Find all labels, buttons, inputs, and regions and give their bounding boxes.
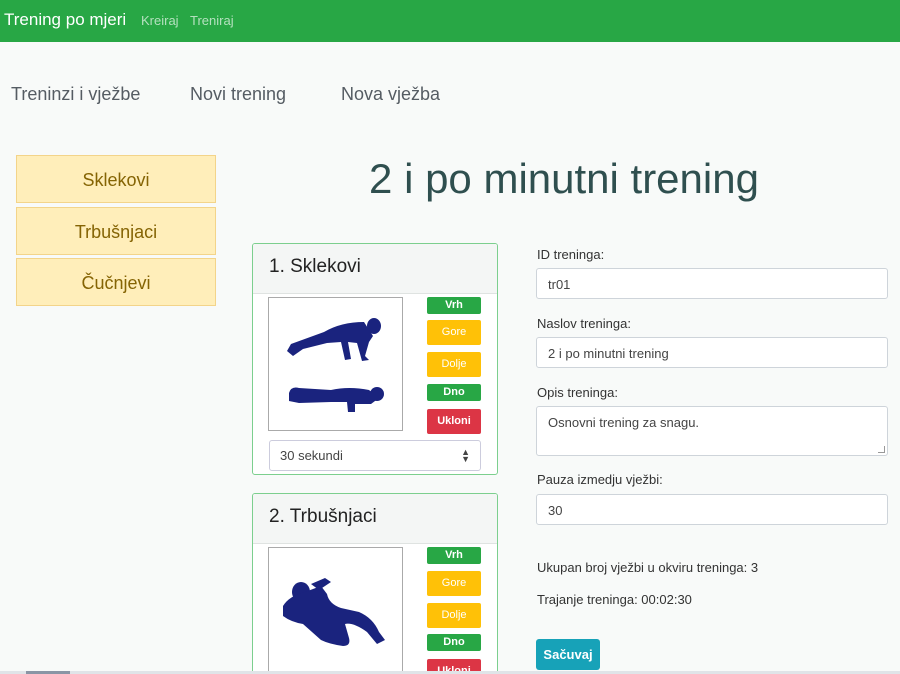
description-value: Osnovni trening za snagu. (548, 415, 700, 430)
id-field[interactable]: tr01 (536, 268, 888, 299)
brand-link[interactable]: Trening po mjeri (4, 10, 126, 30)
duration-value: 30 sekundi (280, 448, 343, 463)
nav-link-kreiraj[interactable]: Kreiraj (141, 13, 179, 28)
move-down-button[interactable]: Dolje (427, 603, 481, 628)
sidebar-item-trbusnjaci[interactable]: Trbušnjaci (16, 207, 216, 255)
move-top-button[interactable]: Vrh (427, 547, 481, 564)
move-up-button[interactable]: Gore (427, 571, 481, 596)
exercise-title: 2. Trbušnjaci (253, 494, 497, 544)
exercise-title: 1. Sklekovi (253, 244, 497, 294)
move-bottom-button[interactable]: Dno (427, 634, 481, 651)
title-label: Naslov treninga: (537, 316, 631, 331)
pause-field[interactable]: 30 (536, 494, 888, 525)
sidebar-item-cucnjevi[interactable]: Čučnjevi (16, 258, 216, 306)
duration-text: Trajanje treninga: 00:02:30 (537, 592, 692, 607)
exercise-card: 2. Trbušnjaci Vrh Gore Dolje Dno Ukloni (252, 493, 498, 674)
duration-select[interactable]: 30 sekundi ▲ ▼ (269, 440, 481, 471)
pause-label: Pauza izmedju vježbi: (537, 472, 663, 487)
pushup-figure-icon (268, 297, 403, 431)
resize-handle-icon[interactable] (878, 446, 885, 453)
sidebar-item-sklekovi[interactable]: Sklekovi (16, 155, 216, 203)
title-field[interactable]: 2 i po minutni trening (536, 337, 888, 368)
select-caret-icon: ▲ ▼ (461, 447, 470, 464)
remove-button[interactable]: Ukloni (427, 409, 481, 434)
description-textarea[interactable]: Osnovni trening za snagu. (536, 406, 888, 456)
move-top-button[interactable]: Vrh (427, 297, 481, 314)
situp-figure-icon (268, 547, 403, 674)
page-title: 2 i po minutni trening (369, 155, 759, 202)
description-label: Opis treninga: (537, 385, 618, 400)
top-navbar: Trening po mjeri Kreiraj Treniraj (0, 0, 900, 42)
tab-nova-vjezba[interactable]: Nova vježba (341, 84, 440, 105)
tab-treninzi-i-vjezbe[interactable]: Treninzi i vježbe (11, 84, 140, 105)
move-down-button[interactable]: Dolje (427, 352, 481, 377)
move-bottom-button[interactable]: Dno (427, 384, 481, 401)
tab-novi-trening[interactable]: Novi trening (190, 84, 286, 105)
id-label: ID treninga: (537, 247, 605, 262)
move-up-button[interactable]: Gore (427, 320, 481, 345)
exercise-count-text: Ukupan broj vježbi u okviru treninga: 3 (537, 560, 759, 575)
exercise-card: 1. Sklekovi Vrh Gore Dolje Dno Ukloni 30… (252, 243, 498, 475)
save-button[interactable]: Sačuvaj (536, 639, 600, 670)
nav-link-treniraj[interactable]: Treniraj (190, 13, 234, 28)
